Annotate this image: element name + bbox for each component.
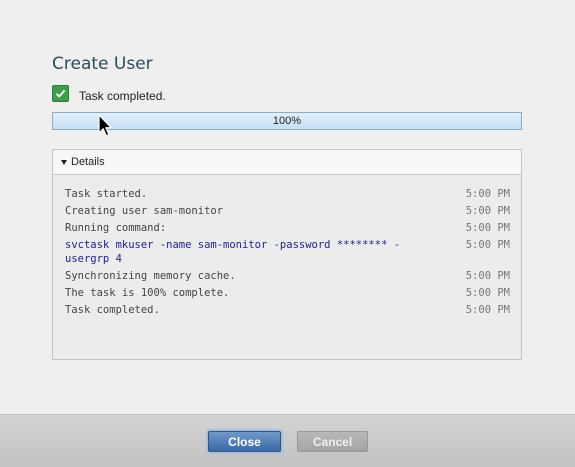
log-row: The task is 100% complete. 5:00 PM (65, 286, 510, 300)
log-row: svctask mkuser -name sam-monitor -passwo… (65, 238, 510, 266)
create-user-dialog: Create User Task completed. 100% Details… (0, 0, 575, 466)
log-message: Task completed. (65, 304, 160, 316)
log-time: 5:00 PM (465, 222, 510, 234)
log-row: Creating user sam-monitor 5:00 PM (65, 204, 510, 218)
status-text: Task completed. (79, 89, 166, 103)
dialog-title: Create User (52, 54, 153, 74)
log-message: Running command: (65, 222, 167, 234)
log-row: Running command: 5:00 PM (65, 221, 510, 235)
log-time: 5:00 PM (465, 304, 510, 316)
log-command: svctask mkuser -name sam-monitor -passwo… (65, 239, 401, 265)
dialog-footer: Close Cancel (0, 414, 575, 467)
log-message: The task is 100% complete. (65, 287, 230, 299)
mouse-pointer-icon (98, 114, 112, 137)
log-row: Task completed. 5:00 PM (65, 303, 510, 317)
log-time: 5:00 PM (465, 205, 510, 217)
triangle-down-icon (61, 159, 67, 165)
log-time: 5:00 PM (465, 270, 510, 282)
checkmark-icon (52, 85, 69, 102)
log-time: 5:00 PM (465, 239, 510, 251)
progress-bar: 100% (52, 112, 522, 130)
log-message: Task started. (65, 188, 148, 200)
log-message: Creating user sam-monitor (65, 205, 224, 217)
log-time: 5:00 PM (465, 188, 510, 200)
log-message: Synchronizing memory cache. (65, 270, 236, 282)
details-label: Details (71, 156, 105, 168)
progress-label: 100% (272, 115, 302, 127)
status-row: Task completed. (52, 84, 166, 103)
log-row: Synchronizing memory cache. 5:00 PM (65, 269, 510, 283)
details-toggle[interactable]: Details (53, 150, 521, 175)
close-button[interactable]: Close (208, 431, 281, 452)
details-log: Task started. 5:00 PM Creating user sam-mo… (65, 187, 510, 320)
cancel-button: Cancel (297, 431, 368, 452)
log-row: Task started. 5:00 PM (65, 187, 510, 201)
details-panel: Details Task started. 5:00 PM Creating use… (52, 149, 522, 360)
log-time: 5:00 PM (465, 287, 510, 299)
